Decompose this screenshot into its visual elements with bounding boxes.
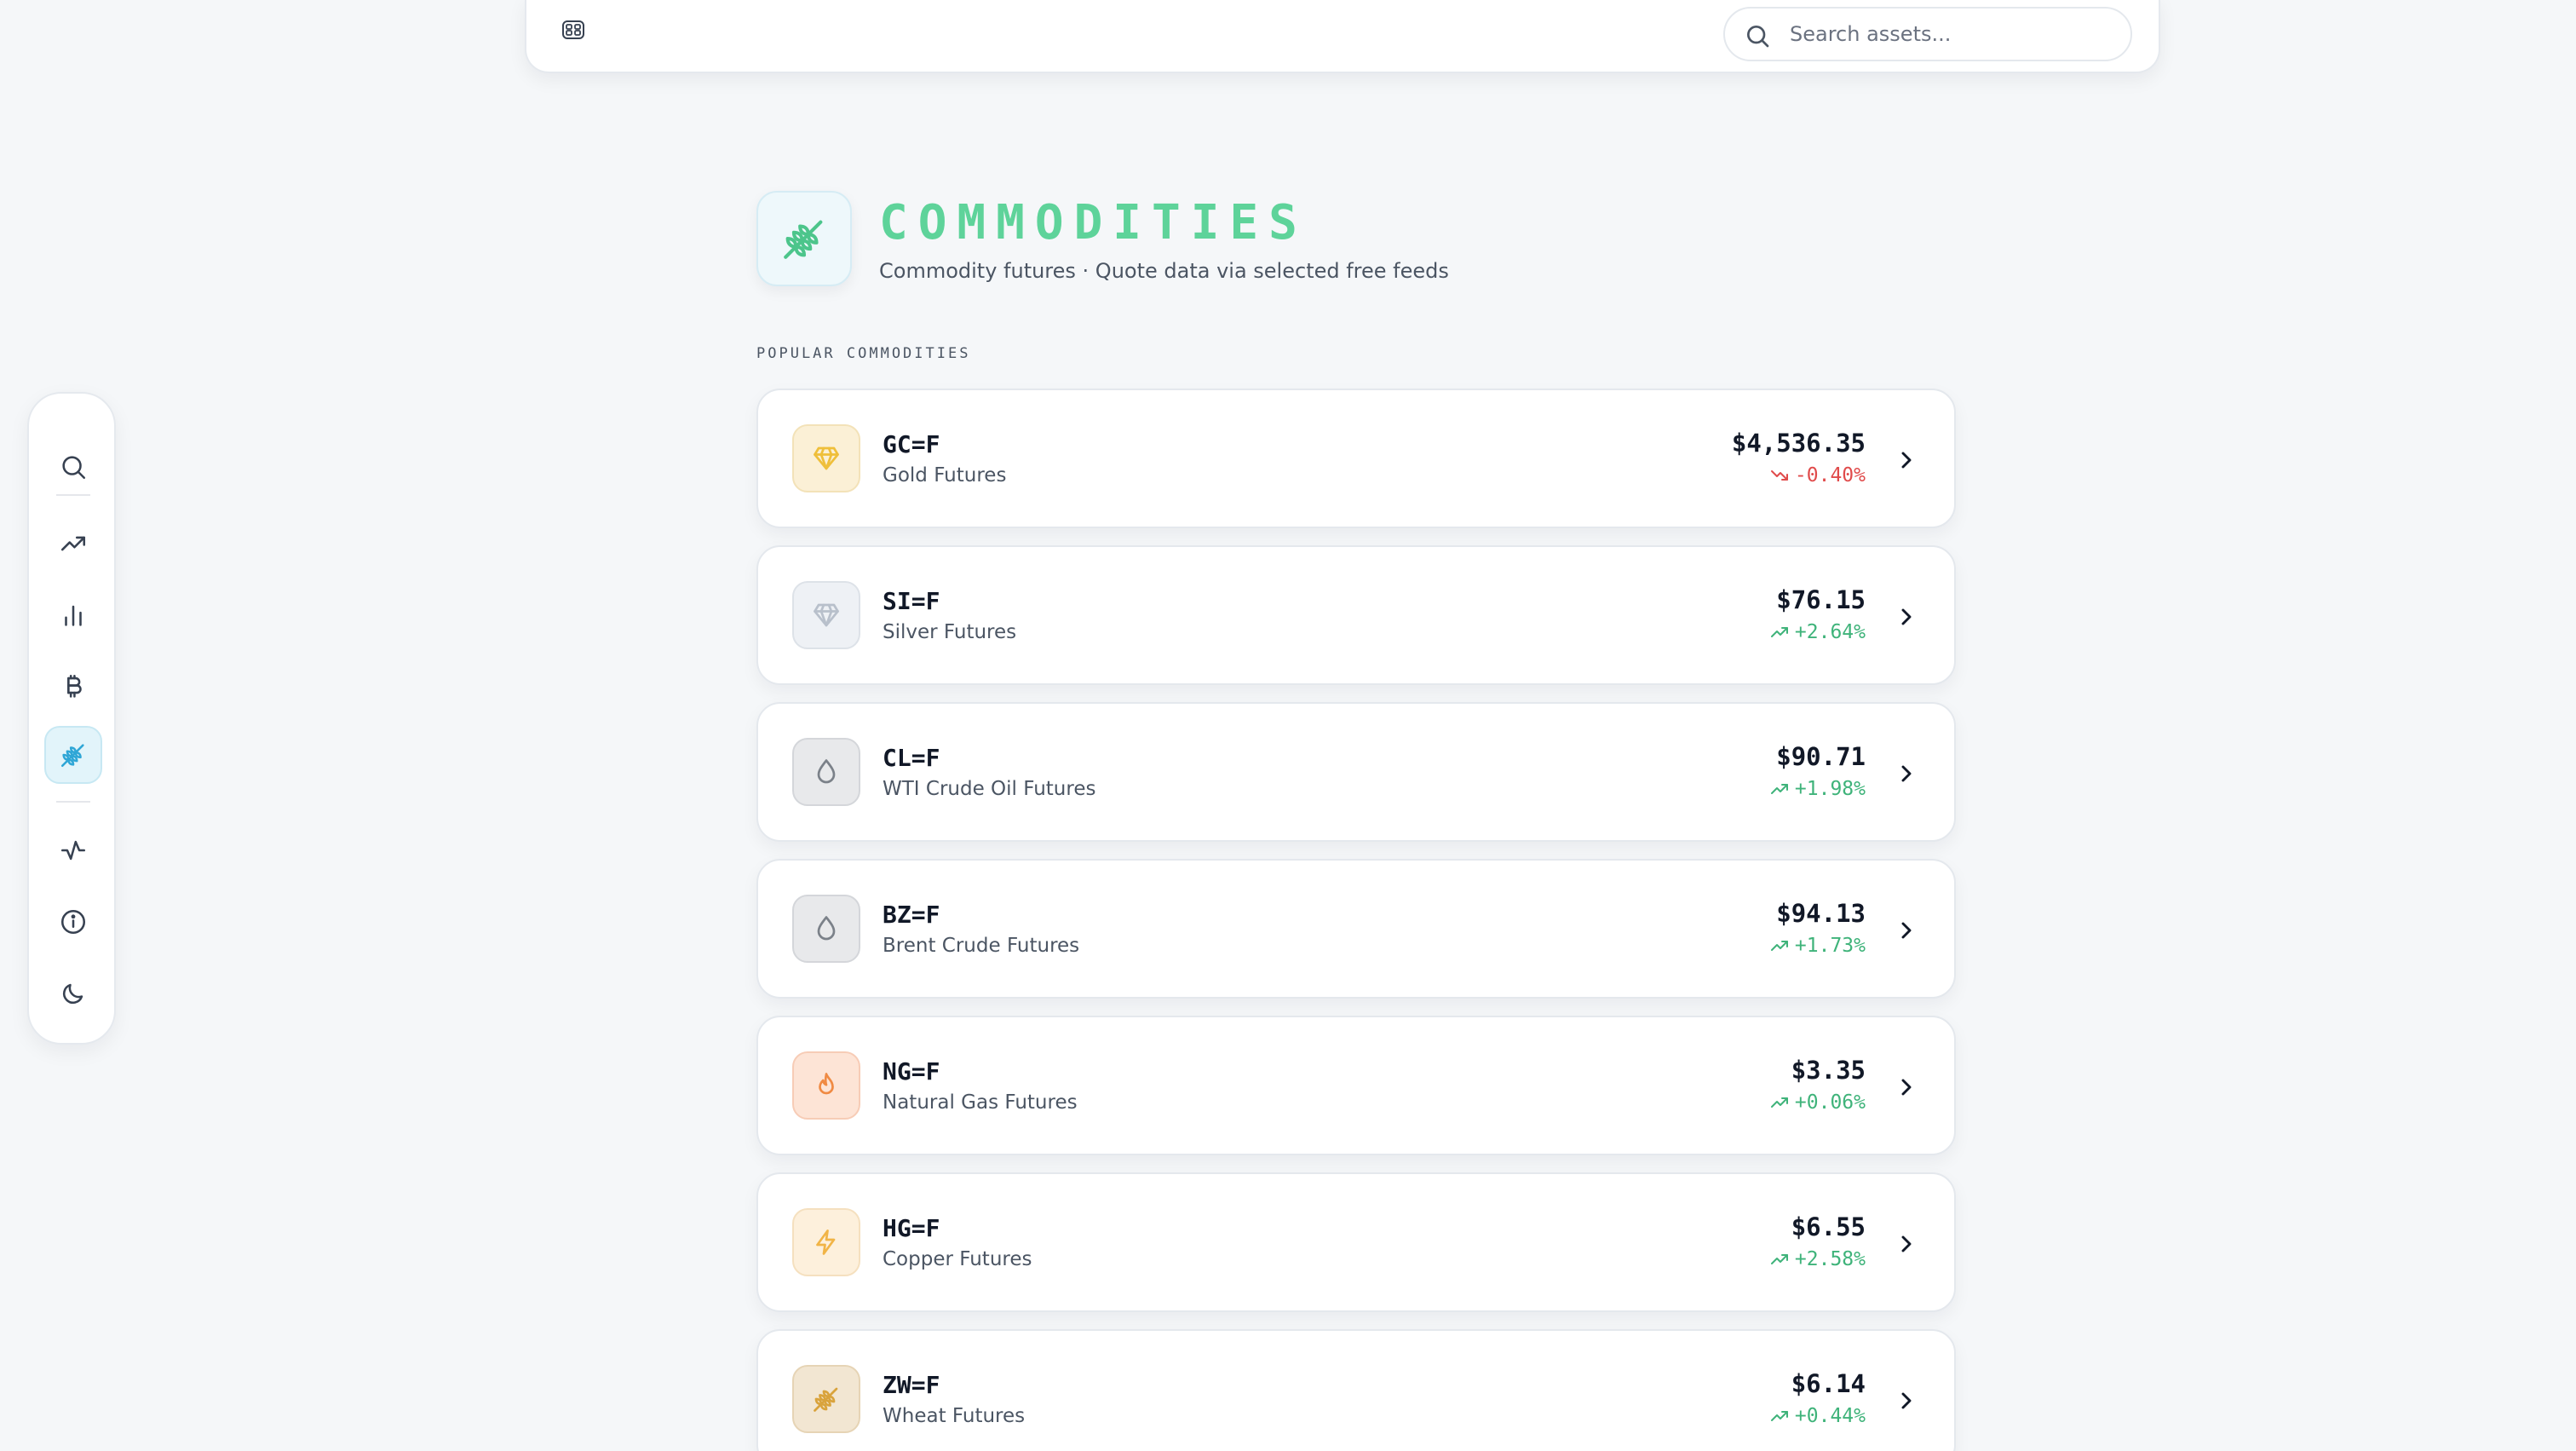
- section-label: POPULAR COMMODITIES: [756, 345, 971, 362]
- gem-icon: [814, 603, 839, 627]
- chevron-right-icon[interactable]: [1893, 917, 1920, 944]
- wheat-icon: [784, 220, 823, 259]
- commodity-icon-badge: [792, 1208, 860, 1276]
- commodity-change: +2.64%: [1769, 619, 1866, 646]
- commodity-icon-badge: [792, 1365, 860, 1433]
- commodity-symbol: BZ=F: [883, 901, 940, 929]
- zap-icon: [816, 1229, 836, 1255]
- trending-down-icon: [1770, 470, 1788, 481]
- nav-theme-toggle[interactable]: [44, 964, 102, 1022]
- commodity-change-value: +2.58%: [1794, 1248, 1866, 1270]
- commodity-price: $90.71: [1776, 742, 1866, 771]
- gem-icon: [814, 446, 839, 470]
- commodity-change-value: -0.40%: [1794, 464, 1866, 487]
- chevron-right-icon[interactable]: [1893, 446, 1920, 474]
- commodity-card[interactable]: CL=F WTI Crude Oil Futures $90.71 +1.98%: [756, 702, 1956, 842]
- top-bar: [525, 0, 2160, 73]
- commodity-name: Gold Futures: [883, 464, 1007, 487]
- nav-divider: [56, 494, 90, 496]
- wheat-icon: [60, 744, 84, 768]
- commodity-name: Wheat Futures: [883, 1405, 1026, 1427]
- chevron-right-icon[interactable]: [1893, 1074, 1920, 1101]
- search-box[interactable]: [1723, 7, 2132, 61]
- trending-up-icon: [1770, 941, 1788, 951]
- commodity-price: $94.13: [1776, 899, 1866, 928]
- info-icon: [60, 909, 86, 935]
- commodity-price: $4,536.35: [1731, 429, 1866, 458]
- page-title: COMMODITIES: [879, 195, 1308, 250]
- commodity-card[interactable]: GC=F Gold Futures $4,536.35 -0.40%: [756, 389, 1956, 528]
- commodity-change: -0.40%: [1769, 462, 1866, 489]
- commodity-change: +1.73%: [1769, 932, 1866, 959]
- nav-activity-button[interactable]: [44, 821, 102, 879]
- trending-up-icon: [1770, 1254, 1788, 1264]
- commodity-symbol: ZW=F: [883, 1371, 940, 1399]
- commodity-change: +2.58%: [1769, 1246, 1866, 1273]
- commodities-hero-icon: [756, 191, 852, 286]
- commodity-card[interactable]: SI=F Silver Futures $76.15 +2.64%: [756, 545, 1956, 685]
- commodity-icon-badge: [792, 424, 860, 492]
- commodity-icon-badge: [792, 738, 860, 806]
- logo-icon[interactable]: [561, 17, 586, 43]
- droplet-icon: [817, 759, 836, 784]
- page-subtitle: Commodity futures · Quote data via selec…: [879, 259, 1449, 283]
- commodity-price: $6.14: [1791, 1369, 1866, 1398]
- nav-divider: [56, 801, 90, 803]
- commodity-price: $3.35: [1791, 1056, 1866, 1085]
- commodity-name: Silver Futures: [883, 621, 1017, 643]
- chevron-right-icon[interactable]: [1893, 1387, 1920, 1414]
- commodity-symbol: SI=F: [883, 587, 940, 615]
- commodity-name: WTI Crude Oil Futures: [883, 778, 1096, 800]
- search-icon: [62, 456, 86, 480]
- nav-crypto-button[interactable]: [44, 658, 102, 716]
- flame-icon: [819, 1073, 834, 1095]
- commodity-change: +0.44%: [1769, 1402, 1866, 1430]
- commodity-card[interactable]: HG=F Copper Futures $6.55 +2.58%: [756, 1172, 1956, 1312]
- commodity-change-value: +0.44%: [1794, 1405, 1866, 1427]
- nav-markets-button[interactable]: [44, 586, 102, 644]
- commodity-change-value: +0.06%: [1794, 1091, 1866, 1114]
- search-icon: [1747, 26, 1769, 48]
- sidebar-nav: [27, 392, 116, 1045]
- nav-info-button[interactable]: [44, 893, 102, 951]
- nav-search-button[interactable]: [44, 438, 102, 496]
- commodity-change-value: +2.64%: [1794, 621, 1866, 643]
- commodity-icon-badge: [792, 581, 860, 649]
- commodity-card[interactable]: NG=F Natural Gas Futures $3.35 +0.06%: [756, 1016, 1956, 1155]
- commodity-change: +0.06%: [1769, 1089, 1866, 1116]
- commodity-name: Natural Gas Futures: [883, 1091, 1078, 1114]
- commodity-change: +1.98%: [1769, 775, 1866, 803]
- commodity-symbol: CL=F: [883, 744, 940, 772]
- chevron-right-icon[interactable]: [1893, 760, 1920, 787]
- search-input[interactable]: [1790, 15, 2113, 53]
- commodity-card[interactable]: BZ=F Brent Crude Futures $94.13 +1.73%: [756, 859, 1956, 999]
- bar-chart-icon: [65, 605, 82, 626]
- trending-up-icon: [1770, 784, 1788, 794]
- commodity-icon-badge: [792, 895, 860, 963]
- commodity-name: Copper Futures: [883, 1248, 1032, 1270]
- trending-up-icon: [1770, 627, 1788, 637]
- nav-commodities-button[interactable]: [44, 726, 102, 784]
- trending-up-icon: [1770, 1097, 1788, 1108]
- bitcoin-icon: [67, 674, 82, 698]
- chevron-right-icon[interactable]: [1893, 1230, 1920, 1258]
- trending-up-icon: [60, 536, 86, 551]
- commodity-change-value: +1.73%: [1794, 935, 1866, 957]
- commodity-change-value: +1.98%: [1794, 778, 1866, 800]
- moon-icon: [62, 983, 83, 1005]
- commodity-price: $6.55: [1791, 1212, 1866, 1241]
- commodity-card[interactable]: ZW=F Wheat Futures $6.14 +0.44%: [756, 1329, 1956, 1451]
- droplet-icon: [817, 916, 836, 941]
- wheat-icon: [814, 1387, 838, 1412]
- commodity-symbol: NG=F: [883, 1057, 940, 1085]
- nav-trending-button[interactable]: [44, 515, 102, 573]
- activity-icon: [60, 840, 86, 861]
- chevron-right-icon[interactable]: [1893, 603, 1920, 630]
- commodity-icon-badge: [792, 1051, 860, 1120]
- trending-up-icon: [1770, 1411, 1788, 1421]
- commodity-symbol: HG=F: [883, 1214, 940, 1242]
- commodity-price: $76.15: [1776, 585, 1866, 614]
- commodity-symbol: GC=F: [883, 430, 940, 458]
- commodity-name: Brent Crude Futures: [883, 935, 1080, 957]
